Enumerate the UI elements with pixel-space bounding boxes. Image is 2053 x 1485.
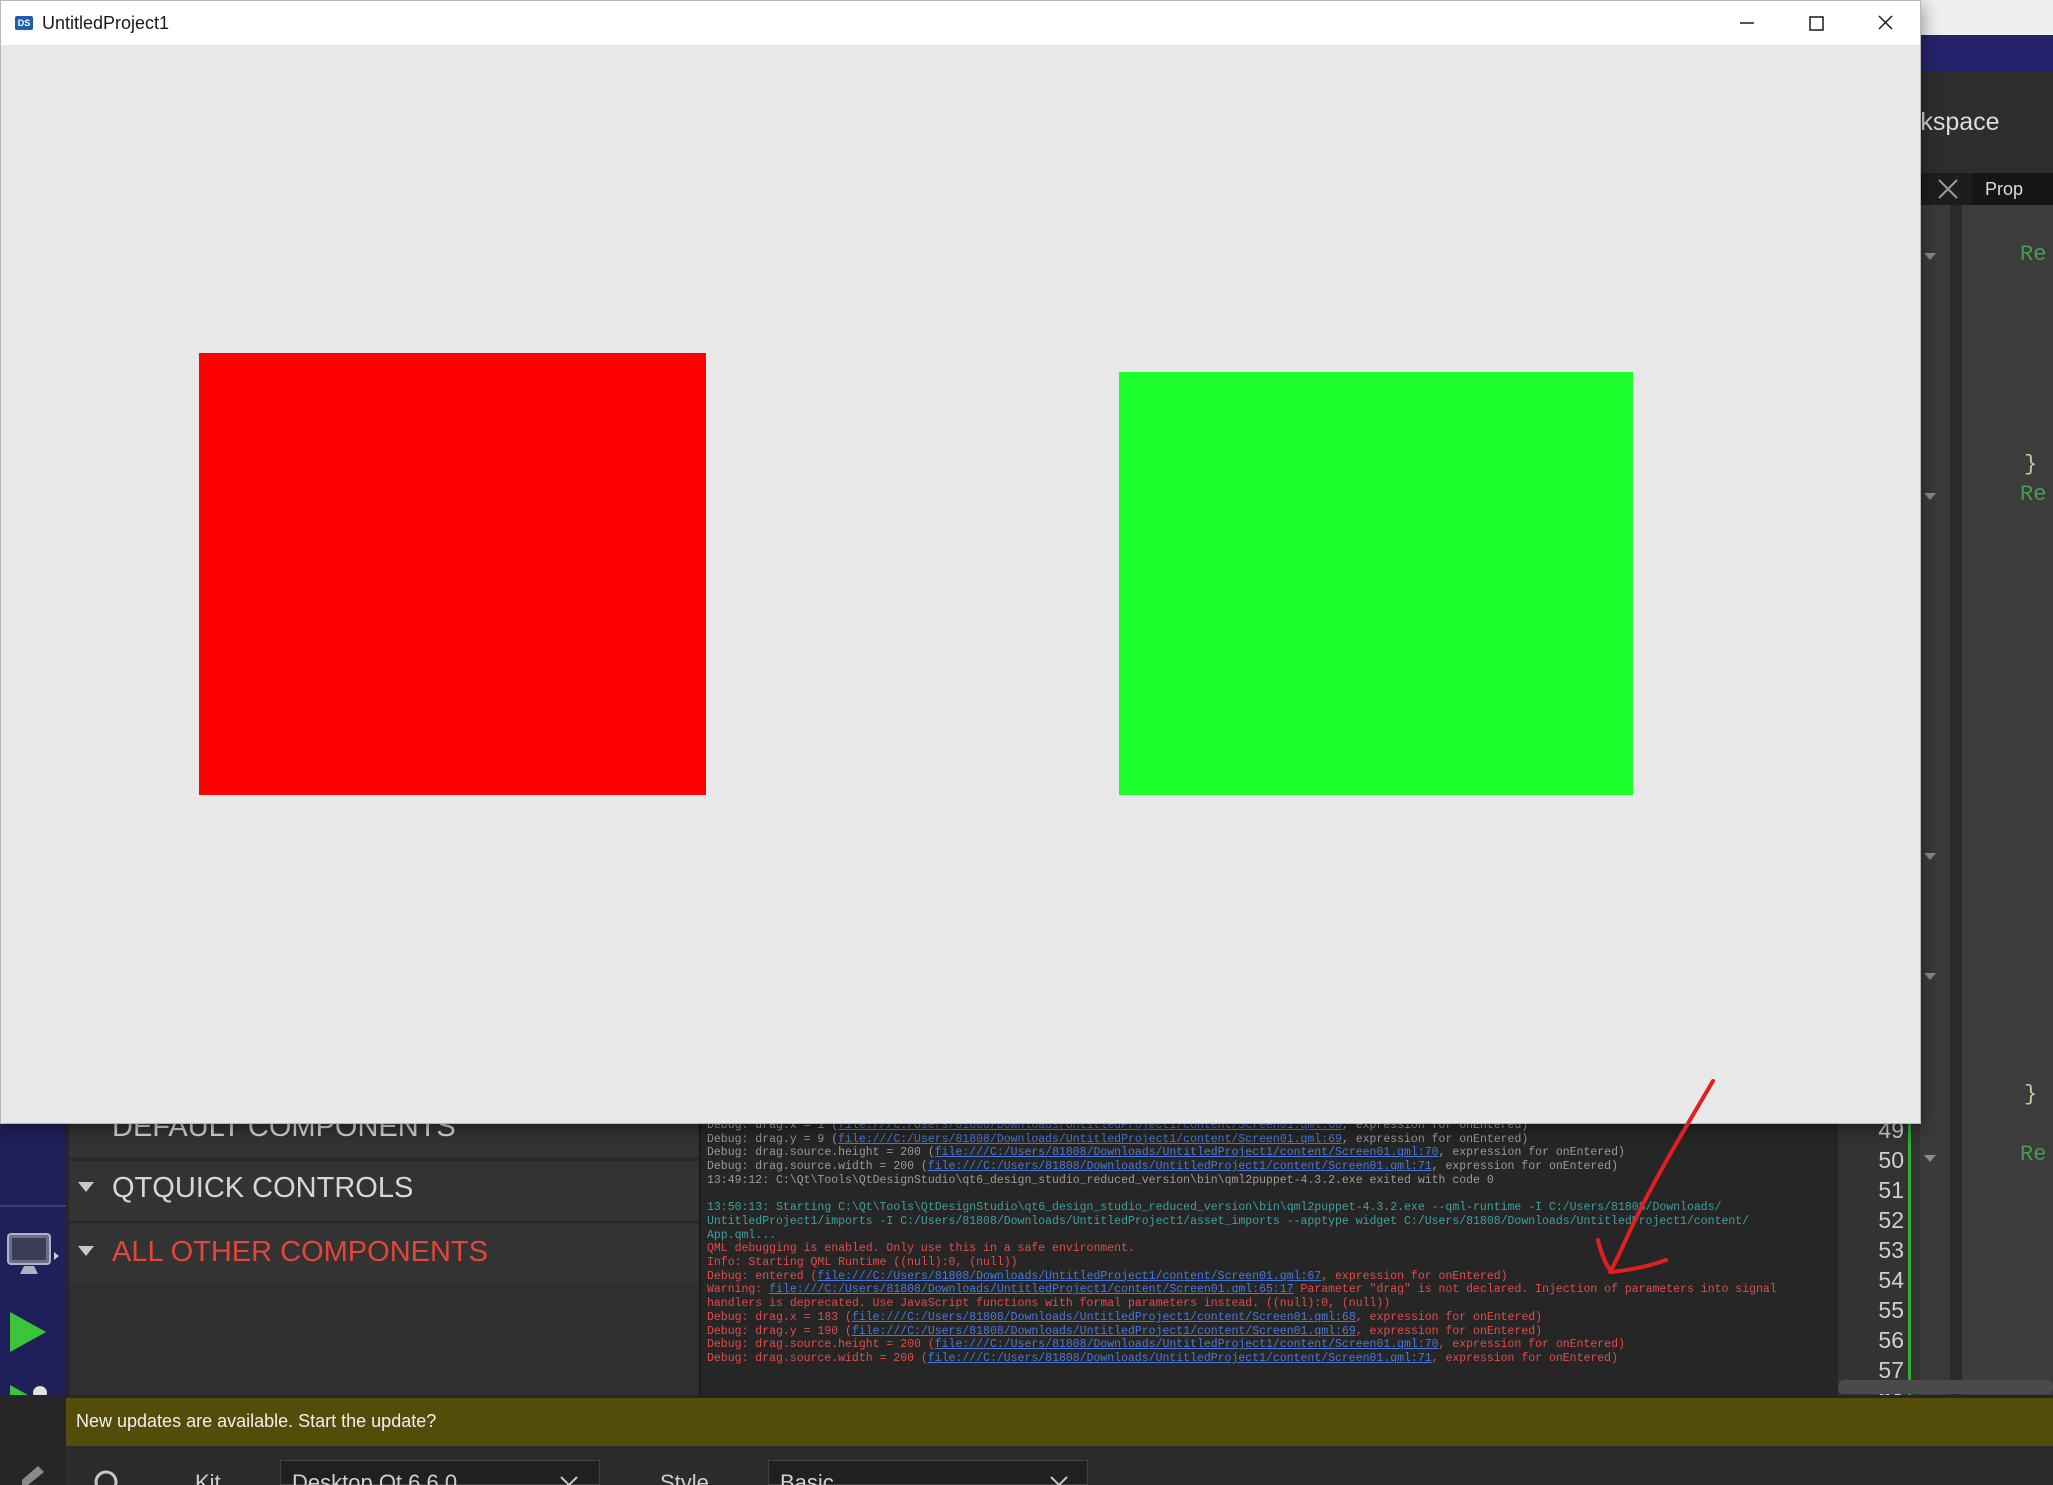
- output-line: Debug: drag.y = 9 (file:///C:/Users/8180…: [707, 1133, 1528, 1146]
- output-line: App.qml...: [707, 1228, 777, 1242]
- output-text: , expression for onEntered): [1431, 1351, 1618, 1365]
- code-token: Re: [2020, 482, 2047, 507]
- maximize-button[interactable]: [1782, 1, 1850, 45]
- output-text: Debug: drag.source.width = 200 (: [707, 1351, 928, 1365]
- fold-arrow-icon[interactable]: [1924, 253, 1936, 260]
- close-button[interactable]: [1851, 1, 1919, 45]
- fold-arrow-icon[interactable]: [1924, 493, 1936, 500]
- output-file-link[interactable]: file:///C:/Users/81808/Downloads/Untitle…: [769, 1283, 1294, 1296]
- output-file-link[interactable]: file:///C:/Users/81808/Downloads/Untitle…: [928, 1352, 1432, 1365]
- red-draggable-rectangle[interactable]: [199, 353, 706, 795]
- monitor-icon[interactable]: [4, 1230, 60, 1282]
- output-line: Debug: drag.y = 190 (file:///C:/Users/81…: [707, 1325, 1542, 1338]
- output-line: Debug: drag.source.width = 200 (file:///…: [707, 1352, 1618, 1365]
- fold-arrow-icon[interactable]: [1924, 973, 1936, 980]
- line-number: 55: [1878, 1297, 1904, 1323]
- output-line: QML debugging is enabled. Only use this …: [707, 1242, 1135, 1256]
- output-text: Debug: entered (: [707, 1269, 818, 1283]
- modified-line-marker: [1908, 1120, 1911, 1395]
- line-number: 53: [1878, 1237, 1904, 1263]
- green-drop-area[interactable]: [1119, 372, 1633, 795]
- output-text: Debug: drag.source.height = 200 (: [707, 1338, 935, 1352]
- line-number: 52: [1878, 1207, 1904, 1233]
- horizontal-scrollbar[interactable]: [1838, 1380, 2053, 1394]
- output-text: Warning:: [707, 1283, 770, 1297]
- chevron-down-icon[interactable]: [560, 1476, 578, 1485]
- output-text: Debug: drag.source.height = 200 (: [707, 1146, 935, 1160]
- window-title: UntitledProject1: [42, 13, 170, 33]
- ide-title-bar: [1920, 35, 2053, 71]
- maximize-icon: [1809, 16, 1824, 31]
- chevron-down-icon[interactable]: [1050, 1476, 1068, 1485]
- output-line: 13:49:12: C:\Qt\Tools\QtDesignStudio\qt6…: [707, 1173, 1494, 1187]
- output-text: Debug: drag.x = 183 (: [707, 1310, 852, 1324]
- code-token: }: [2024, 452, 2038, 477]
- output-file-link[interactable]: file:///C:/Users/81808/Downloads/Untitle…: [838, 1133, 1342, 1146]
- chevron-down-icon[interactable]: [78, 1182, 94, 1192]
- hammer-icon[interactable]: [18, 1462, 52, 1485]
- output-line: Debug: drag.source.height = 200 (file://…: [707, 1338, 1625, 1351]
- output-text: , expression for onEntered): [1355, 1324, 1543, 1338]
- fold-arrow-icon[interactable]: [1924, 1155, 1936, 1162]
- line-number: 51: [1878, 1177, 1904, 1203]
- app-window: DS UntitledProject1: [0, 0, 1921, 1124]
- style-label: Style: [660, 1470, 709, 1485]
- output-file-link[interactable]: file:///C:/Users/81808/Downloads/Untitle…: [817, 1270, 1321, 1283]
- line-number: 54: [1878, 1267, 1904, 1293]
- app-icon: DS: [15, 16, 33, 30]
- code-token: Re: [2020, 1142, 2047, 1167]
- code-token: Re: [2020, 242, 2047, 267]
- output-text: Debug: drag.y = 190 (: [707, 1324, 852, 1338]
- output-file-link[interactable]: file:///C:/Users/81808/Downloads/Untitle…: [928, 1160, 1432, 1173]
- output-text: Debug: drag.y = 9 (: [707, 1132, 839, 1146]
- fold-gutter: [1920, 205, 1952, 1395]
- output-file-link[interactable]: file:///C:/Users/81808/Downloads/Untitle…: [852, 1311, 1356, 1324]
- code-editor[interactable]: [1962, 205, 2053, 1395]
- line-number: 50: [1878, 1147, 1904, 1173]
- output-text: , expression for onEntered): [1355, 1310, 1543, 1324]
- ide-top-strip: [1920, 0, 2053, 35]
- output-line: Info: Starting QML Runtime ((null):0, (n…: [707, 1256, 1018, 1269]
- kit-label: Kit: [195, 1470, 221, 1485]
- title-bar[interactable]: DS UntitledProject1: [1, 1, 1920, 45]
- vertical-scrollbar[interactable]: [1950, 205, 1962, 1395]
- line-number: 56: [1878, 1327, 1904, 1353]
- section-label: QTQUICK CONTROLS: [112, 1172, 414, 1204]
- code-token: }: [2024, 1082, 2038, 1107]
- fold-arrow-icon[interactable]: [1924, 853, 1936, 860]
- close-icon[interactable]: [1935, 176, 1961, 202]
- chevron-down-icon[interactable]: [78, 1246, 94, 1256]
- section-label: ALL OTHER COMPONENTS: [112, 1236, 488, 1268]
- output-line: Debug: drag.source.width = 200 (file:///…: [707, 1160, 1618, 1173]
- app-canvas: [1, 45, 1920, 1123]
- output-line: handlers is deprecated. Use JavaScript f…: [707, 1297, 1391, 1311]
- workspace-label[interactable]: rkspace: [1912, 108, 2000, 137]
- output-file-link[interactable]: file:///C:/Users/81808/Downloads/Untitle…: [852, 1325, 1356, 1338]
- output-line: Debug: drag.x = 183 (file:///C:/Users/81…: [707, 1311, 1542, 1324]
- tab-properties[interactable]: Prop: [1972, 173, 2053, 205]
- output-line: Debug: drag.source.height = 200 (file://…: [707, 1146, 1625, 1159]
- kit-value: Desktop Qt 6.6.0: [292, 1470, 458, 1485]
- output-file-link[interactable]: file:///C:/Users/81808/Downloads/Untitle…: [935, 1338, 1439, 1351]
- output-text: , expression for onEntered): [1341, 1132, 1529, 1146]
- minimize-button[interactable]: [1713, 1, 1781, 45]
- close-icon: [1878, 15, 1893, 30]
- output-file-link[interactable]: file:///C:/Users/81808/Downloads/Untitle…: [935, 1146, 1439, 1159]
- red-arrow-annotation-icon: [1596, 1079, 1715, 1275]
- gear-icon[interactable]: [92, 1468, 120, 1485]
- debug-run-icon[interactable]: [8, 1385, 54, 1395]
- output-text: , expression for onEntered): [1438, 1338, 1625, 1352]
- output-text: , expression for onEntered): [1321, 1269, 1508, 1283]
- output-text: Debug: drag.source.width = 200 (: [707, 1160, 928, 1174]
- output-line: Debug: entered (file:///C:/Users/81808/D…: [707, 1270, 1508, 1283]
- style-value: Basic: [780, 1470, 834, 1485]
- run-icon[interactable]: [8, 1310, 48, 1354]
- update-message[interactable]: New updates are available. Start the upd…: [76, 1411, 436, 1432]
- rail-divider: [0, 1205, 66, 1207]
